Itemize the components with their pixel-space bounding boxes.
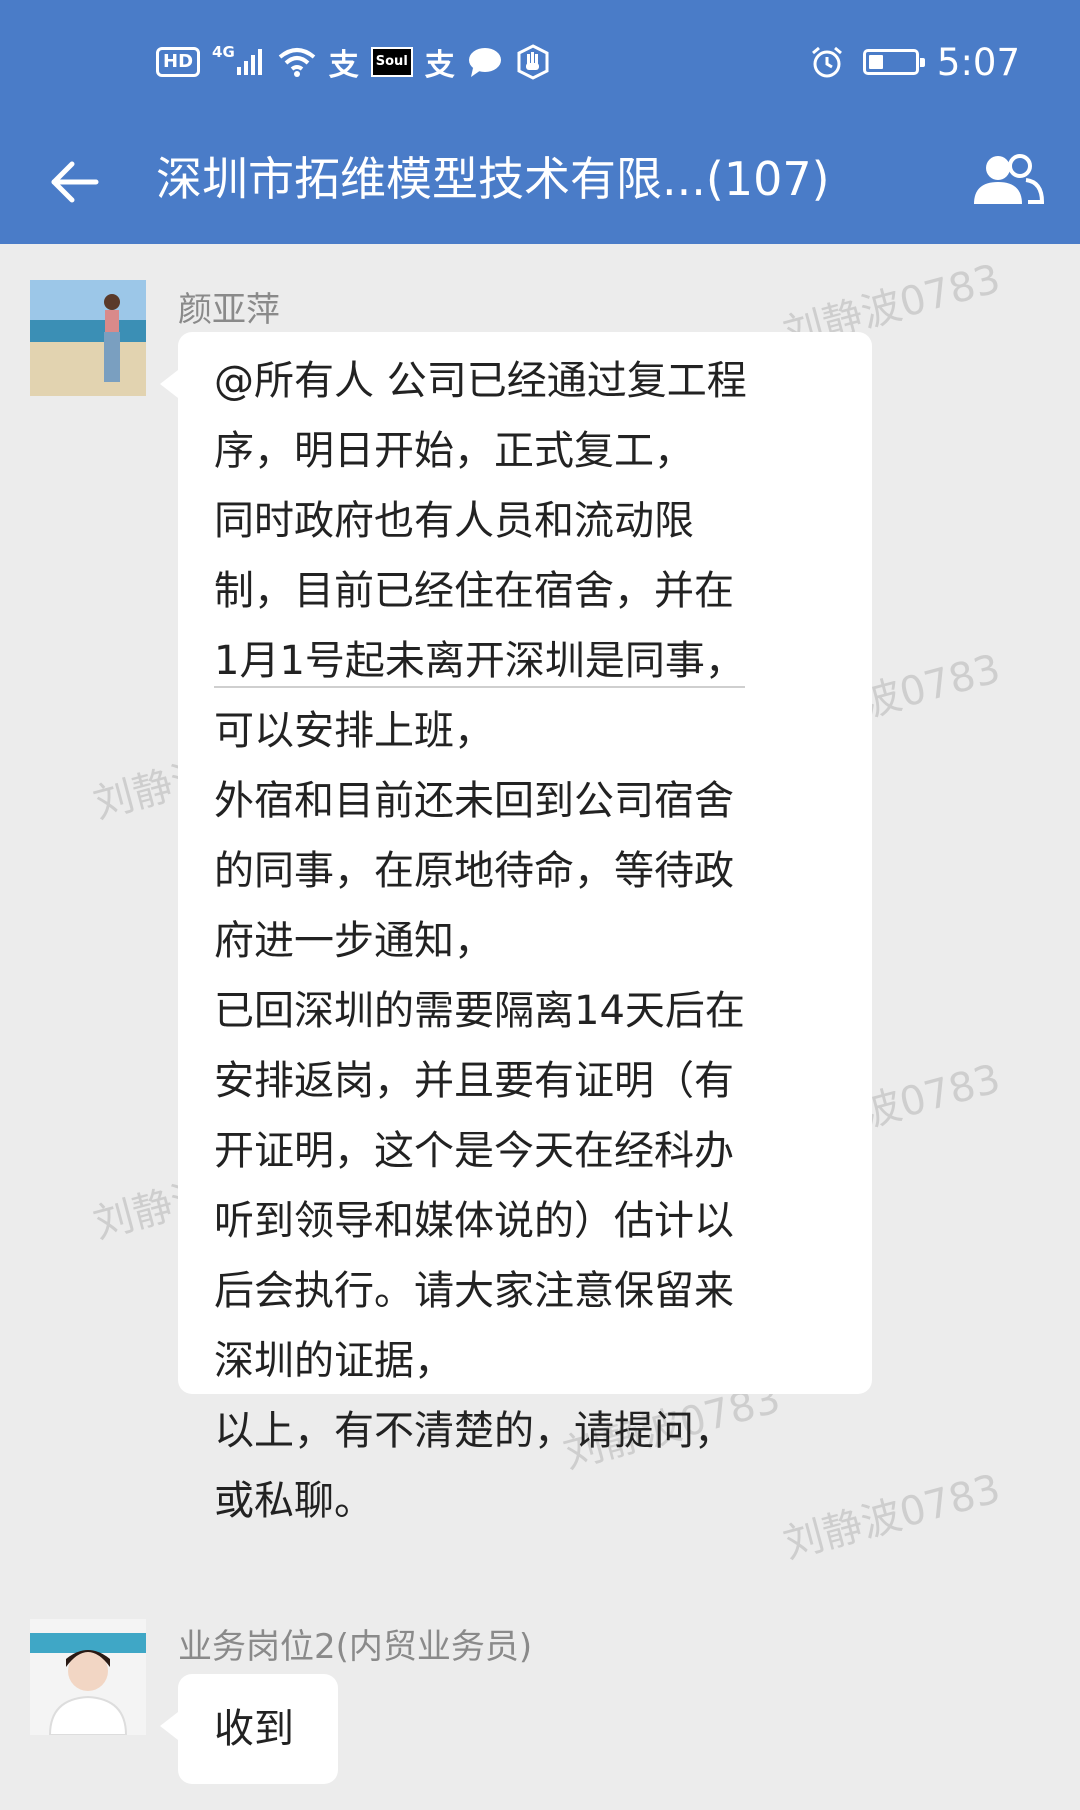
avatar[interactable] — [30, 280, 146, 396]
message-line: 收到 — [214, 1706, 294, 1752]
sender-name: 颜亚萍 — [178, 290, 280, 330]
message-line: 府进一步通知， — [214, 918, 494, 964]
message-line: 深圳的证据， — [214, 1338, 454, 1384]
message-line: 已回深圳的需要隔离14天后在 — [214, 988, 745, 1034]
signal-icon: 4G — [212, 43, 265, 77]
hand-icon — [515, 44, 551, 80]
avatar-photo — [30, 1619, 146, 1735]
message-line: 制，目前已经住在宿舍，并在 — [214, 568, 734, 614]
wifi-icon — [277, 46, 317, 78]
chat-message-list[interactable]: 刘静波0783 刘静波0783 刘静波0783 刘静波0783 刘静波0783 … — [0, 244, 1080, 1810]
avatar-photo — [30, 280, 146, 396]
message-line: @所有人 公司已经通过复工程 — [214, 358, 747, 404]
message-line: 以上，有不清楚的，请提问， — [214, 1408, 734, 1454]
chat-header: 深圳市拓维模型技术有限...(107) — [0, 122, 1080, 244]
group-members-icon — [974, 154, 1045, 204]
message-line: 同时政府也有人员和流动限 — [214, 498, 694, 544]
message-bubble[interactable]: @所有人 公司已经通过复工程 序，明日开始，正式复工， 同时政府也有人员和流动限… — [160, 332, 872, 1524]
message-line: 或私聊。 — [214, 1478, 374, 1524]
hd-icon: HD — [156, 47, 201, 77]
status-left-icons: HD 4G 支 Soul 支 — [156, 40, 551, 84]
network-type-label: 4G — [212, 43, 235, 61]
back-button[interactable] — [44, 152, 104, 212]
message-line: 开证明，这个是今天在经科办 — [214, 1128, 734, 1174]
status-right-icons: 5:07 — [809, 38, 1020, 86]
chat-bubble-icon — [467, 46, 503, 78]
status-bar: HD 4G 支 Soul 支 5:07 — [0, 0, 1080, 122]
message-bubble[interactable]: 收到 — [160, 1674, 338, 1784]
message-line: 的同事，在原地待命，等待政 — [214, 848, 734, 894]
message-line: 1月1号起未离开深圳是同事， — [214, 626, 852, 696]
message-line: 外宿和目前还未回到公司宿舍 — [214, 778, 734, 824]
message-line: 序，明日开始，正式复工， — [214, 428, 694, 474]
alarm-icon — [809, 44, 845, 80]
message-line: 后会执行。请大家注意保留来 — [214, 1268, 734, 1314]
group-members-button[interactable] — [970, 148, 1046, 214]
alipay-icon: 支 — [328, 48, 359, 83]
battery-icon — [862, 49, 925, 75]
avatar[interactable] — [30, 1619, 146, 1735]
clock-time: 5:07 — [936, 40, 1020, 84]
message-line: 安排返岗，并且要有证明（有 — [214, 1058, 734, 1104]
back-arrow-icon — [51, 161, 99, 203]
alipay-icon: 支 — [424, 48, 455, 83]
message-line: 听到领导和媒体说的）估计以 — [214, 1198, 734, 1244]
message-line: 可以安排上班， — [214, 708, 494, 754]
group-chat-title: 深圳市拓维模型技术有限...(107) — [156, 152, 830, 206]
sender-name: 业务岗位2(内贸业务员) — [178, 1627, 533, 1667]
date-link[interactable]: 1月1号起未离开深圳是同事， — [214, 638, 745, 688]
soul-icon: Soul — [370, 47, 413, 77]
